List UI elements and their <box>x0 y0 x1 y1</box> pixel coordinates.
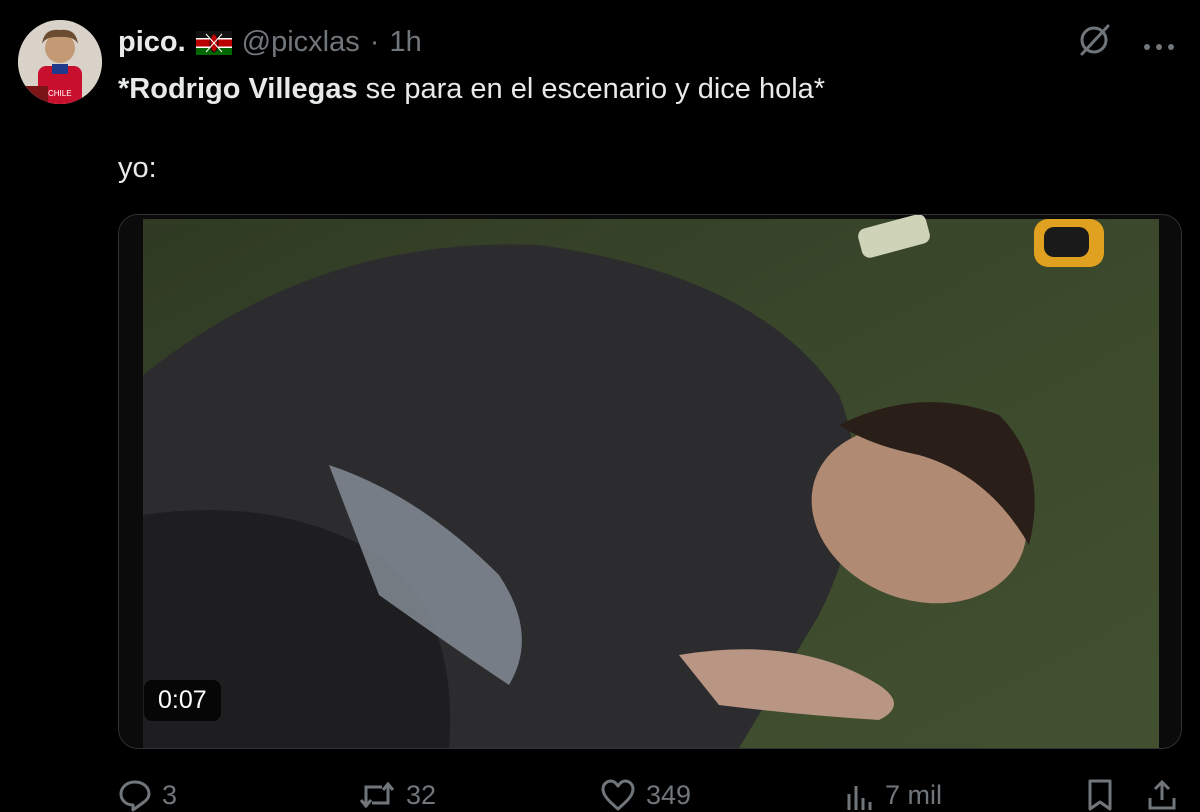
header-separator: · <box>369 25 380 58</box>
reply-icon <box>119 780 151 812</box>
bookmark-icon <box>1088 779 1112 811</box>
repost-icon <box>359 781 395 809</box>
action-bar: 3 32 349 7 mil <box>0 770 1200 812</box>
tweet-time[interactable]: 1h <box>389 26 421 59</box>
tweet-text-line2: yo: <box>118 152 157 184</box>
top-actions <box>1076 22 1176 63</box>
avatar[interactable]: CHILE <box>18 20 102 104</box>
avatar-image: CHILE <box>18 20 102 104</box>
views-button[interactable]: 7 mil <box>845 778 942 812</box>
tweet-header: pico. @picxlas · 1h <box>118 22 422 62</box>
share-button[interactable] <box>1146 778 1178 812</box>
repost-count: 32 <box>406 779 437 810</box>
tweet-text-rest: se para en el escenario y dice hola* <box>357 73 826 105</box>
avatar-jersey-text: CHILE <box>48 89 72 98</box>
reply-button[interactable]: 3 <box>118 778 177 812</box>
author-handle[interactable]: @picxlas <box>242 26 360 59</box>
share-icon <box>1148 779 1176 810</box>
like-button[interactable]: 349 <box>600 778 691 812</box>
author-name[interactable]: pico. <box>118 26 186 59</box>
reply-count: 3 <box>162 779 178 810</box>
video-player[interactable] <box>118 214 1182 749</box>
tweet-text: *Rodrigo Villegas se para en el escenari… <box>118 70 1118 108</box>
grok-icon[interactable] <box>1076 22 1112 63</box>
video-duration: 0:07 <box>144 680 221 721</box>
like-icon <box>601 779 635 811</box>
repost-button[interactable]: 32 <box>358 778 436 812</box>
like-count: 349 <box>646 779 692 810</box>
more-icon[interactable] <box>1142 28 1176 58</box>
bookmark-button[interactable] <box>1086 778 1114 812</box>
video-frame <box>119 215 1181 748</box>
views-icon <box>847 786 872 810</box>
tweet-text-bold[interactable]: *Rodrigo Villegas <box>118 73 358 105</box>
kenya-flag-icon <box>195 30 232 55</box>
view-count: 7 mil <box>885 779 943 810</box>
